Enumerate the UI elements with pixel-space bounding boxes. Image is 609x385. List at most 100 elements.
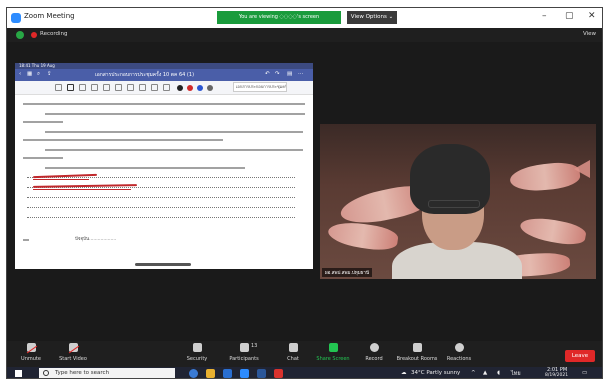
- image-tool-icon: [127, 84, 134, 91]
- chat-label: Chat: [287, 356, 299, 362]
- shape-tool-icon: [115, 84, 122, 91]
- maximize-button[interactable]: ▢: [565, 11, 574, 21]
- zoom-app-icon[interactable]: [240, 369, 249, 378]
- sticker-tool-icon: [151, 84, 158, 91]
- search-icon: [43, 370, 49, 376]
- leave-button[interactable]: Leave: [565, 350, 595, 362]
- fish-tail-image: [574, 160, 590, 178]
- participant-video[interactable]: ผอ.สพป.สพม.ปทุมธานี: [320, 124, 596, 279]
- record-label: Record: [365, 356, 383, 362]
- windows-start-icon[interactable]: [15, 370, 22, 377]
- text-tool-icon: [139, 84, 146, 91]
- window-titlebar: Zoom Meeting You are viewing ◌◌◌◌'s scre…: [7, 8, 602, 28]
- fish-image: [518, 214, 588, 248]
- volume-icon[interactable]: ◖: [497, 370, 500, 376]
- participants-count: 13: [251, 343, 258, 349]
- handwriting-underline: [33, 179, 89, 180]
- home-indicator: [135, 263, 191, 266]
- share-screen-label: Share Screen: [316, 356, 350, 362]
- blank-line: [27, 177, 295, 178]
- participant-name: ผอ.สพป.สพม.ปทุมธานี: [322, 268, 373, 277]
- start-video-button[interactable]: Start Video: [51, 343, 95, 362]
- fish-image: [508, 160, 582, 194]
- doc-text-line: [45, 149, 303, 151]
- doc-text-line: [23, 139, 223, 141]
- doc-text-line: [45, 113, 305, 115]
- share-screen-icon: [328, 343, 338, 352]
- zoom-logo-icon: [11, 13, 21, 23]
- pen-tool-icon: [67, 84, 74, 91]
- page-tab: เอกสารประกอบการประชุมครั้ง: [233, 82, 287, 92]
- doc-text-line: [23, 103, 305, 105]
- doc-text-line: [23, 157, 63, 159]
- language-icon[interactable]: ไทย: [511, 370, 521, 378]
- document-title: เอกสารประกอบการประชุมครั้ง 10 ตค 64 (1): [95, 72, 195, 78]
- participants-icon: [239, 343, 249, 352]
- blank-line: [27, 207, 295, 208]
- network-icon[interactable]: ▲: [483, 370, 487, 376]
- breakout-rooms-label: Breakout Rooms: [396, 356, 438, 362]
- breakout-rooms-button[interactable]: Breakout Rooms: [395, 343, 439, 362]
- chat-button[interactable]: Chat: [271, 343, 315, 362]
- share-screen-button[interactable]: Share Screen: [311, 343, 355, 362]
- breakout-rooms-icon: [412, 343, 422, 352]
- lasso-tool-icon: [103, 84, 110, 91]
- edge-icon[interactable]: [189, 369, 198, 378]
- minimize-button[interactable]: –: [542, 11, 547, 21]
- pages-icon: ▤: [287, 71, 293, 77]
- fish-image: [326, 219, 400, 253]
- share-icon: ⇪: [47, 71, 52, 77]
- taskbar-search-box[interactable]: Type here to search: [39, 368, 175, 378]
- doc-titlebar: ‹ ▦ ⌕ ⇪ เอกสารประกอบการประชุมครั้ง 10 ตค…: [15, 69, 313, 81]
- pdf-icon[interactable]: [274, 369, 283, 378]
- blank-line: [27, 217, 295, 218]
- grid-icon: ▦: [27, 71, 33, 77]
- close-button[interactable]: ✕: [588, 11, 596, 21]
- highlighter-tool-icon: [91, 84, 98, 91]
- color-blue-icon: [197, 85, 203, 91]
- color-gray-icon: [207, 85, 213, 91]
- taskbar-date[interactable]: 8/19/2021: [545, 373, 568, 378]
- shared-screen: 18:41 Thu 19 Aug ‹ ▦ ⌕ ⇪ เอกสารประกอบการ…: [15, 63, 313, 269]
- notification-icon[interactable]: ▭: [582, 370, 587, 376]
- store-icon[interactable]: [223, 369, 232, 378]
- unmute-button[interactable]: Unmute: [9, 343, 53, 362]
- meeting-controls: Unmute Start Video Security 13 Participa…: [7, 341, 602, 367]
- view-button[interactable]: View: [583, 31, 596, 37]
- security-label: Security: [186, 356, 208, 362]
- view-options-button[interactable]: View Options ⌄: [347, 11, 397, 24]
- blank-line: [27, 197, 295, 198]
- back-icon: ‹: [19, 71, 22, 77]
- reactions-button[interactable]: Reactions: [437, 343, 481, 362]
- shield-icon[interactable]: [16, 31, 24, 39]
- select-tool-icon: [55, 84, 62, 91]
- record-icon: [369, 343, 379, 352]
- chat-icon: [288, 343, 298, 352]
- word-icon[interactable]: [257, 369, 266, 378]
- weather-icon[interactable]: ☁: [401, 370, 407, 376]
- doc-text-line: [23, 121, 63, 123]
- security-button[interactable]: Security: [175, 343, 219, 362]
- window-title: Zoom Meeting: [24, 12, 75, 20]
- doc-text-line: [45, 167, 245, 169]
- weather-text[interactable]: 34°C Partly sunny: [411, 370, 460, 376]
- record-button[interactable]: Record: [352, 343, 396, 362]
- recording-icon: [31, 32, 37, 38]
- person-glasses-image: [428, 200, 480, 208]
- color-red-icon: [187, 85, 193, 91]
- search-placeholder: Type here to search: [55, 370, 110, 376]
- doc-text-line: [23, 239, 29, 241]
- reactions-label: Reactions: [446, 356, 472, 362]
- security-shield-icon: [192, 343, 202, 352]
- recording-label[interactable]: Recording: [40, 31, 68, 37]
- meeting-topbar: Recording View: [7, 28, 602, 42]
- file-explorer-icon[interactable]: [206, 369, 215, 378]
- handwriting-underline: [33, 189, 131, 190]
- eraser-tool-icon: [79, 84, 86, 91]
- tray-expand-icon[interactable]: ^: [471, 370, 476, 376]
- zoom-window: Zoom Meeting You are viewing ◌◌◌◌'s scre…: [6, 7, 603, 379]
- tablet-time: 18:41 Thu 19 Aug: [19, 63, 55, 68]
- doc-text-line: [45, 131, 303, 133]
- unmute-label: Unmute: [21, 356, 41, 362]
- participants-button[interactable]: 13 Participants: [222, 343, 266, 362]
